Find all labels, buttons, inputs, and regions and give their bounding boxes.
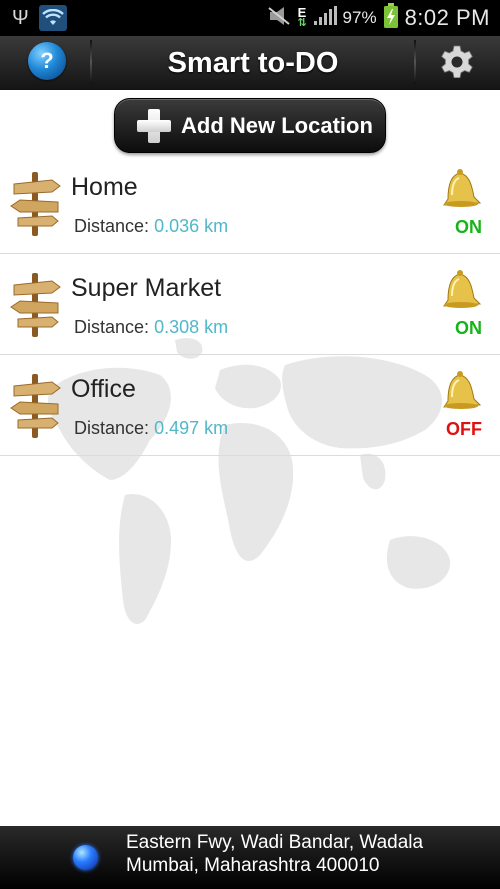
distance-label: Distance:	[74, 317, 150, 337]
bell-icon[interactable]	[440, 268, 484, 310]
signpost-icon	[10, 374, 61, 438]
distance-label: Distance:	[74, 418, 150, 438]
app-title: Smart to-DO	[167, 46, 339, 79]
alarm-status-toggle[interactable]: ON	[455, 217, 482, 238]
address-line-2: Mumbai, Maharashtra 400010	[126, 855, 380, 876]
distance-value: 0.308 km	[154, 317, 229, 337]
network-e-icon: E ⇅	[297, 5, 307, 29]
current-address-bar: Eastern Fwy, Wadi Bandar, Wadala Mumbai,…	[0, 826, 500, 889]
bell-icon[interactable]	[440, 369, 484, 411]
location-list: Home Distance: 0.036 km ON Super Market	[0, 153, 500, 456]
plus-icon	[135, 107, 173, 145]
signpost-icon	[10, 172, 61, 236]
main-content: Add New Location Home Distance: 0.036 km	[0, 90, 500, 826]
location-name: Home	[71, 173, 138, 201]
battery-charging-icon	[383, 2, 399, 34]
help-icon[interactable]: ?	[28, 42, 66, 80]
location-item[interactable]: Home Distance: 0.036 km ON	[0, 153, 500, 254]
signal-icon	[313, 5, 337, 31]
distance-value: 0.036 km	[154, 216, 229, 236]
address-line-1: Eastern Fwy, Wadi Bandar, Wadala	[126, 832, 424, 853]
wifi-icon	[38, 5, 67, 31]
location-item[interactable]: Office Distance: 0.497 km OFF	[0, 355, 500, 456]
distance-value: 0.497 km	[154, 418, 229, 438]
usb-icon: Ψ	[12, 6, 29, 29]
location-name: Super Market	[71, 274, 222, 302]
alarm-status-toggle[interactable]: OFF	[446, 419, 482, 440]
clock: 8:02 PM	[404, 5, 490, 30]
bell-icon[interactable]	[440, 167, 484, 209]
app-header: ? Smart to-DO	[0, 36, 500, 90]
mute-icon	[267, 6, 291, 31]
location-distance: Distance: 0.308 km	[74, 317, 228, 338]
add-location-label: Add New Location	[181, 112, 373, 138]
gear-icon[interactable]	[437, 42, 477, 82]
location-name: Office	[71, 375, 136, 403]
signpost-icon	[10, 273, 61, 337]
add-location-button[interactable]: Add New Location	[114, 98, 386, 153]
location-item[interactable]: Super Market Distance: 0.308 km ON	[0, 254, 500, 355]
location-distance: Distance: 0.036 km	[74, 216, 228, 237]
location-distance: Distance: 0.497 km	[74, 418, 228, 439]
status-bar: Ψ E ⇅ 97% 8:02 PM	[0, 0, 500, 36]
current-address: Eastern Fwy, Wadi Bandar, Wadala Mumbai,…	[126, 831, 423, 877]
battery-percent: 97%	[342, 8, 377, 27]
alarm-status-toggle[interactable]: ON	[455, 318, 482, 339]
header-divider	[414, 40, 416, 84]
distance-label: Distance:	[74, 216, 150, 236]
gps-location-icon	[73, 845, 98, 870]
